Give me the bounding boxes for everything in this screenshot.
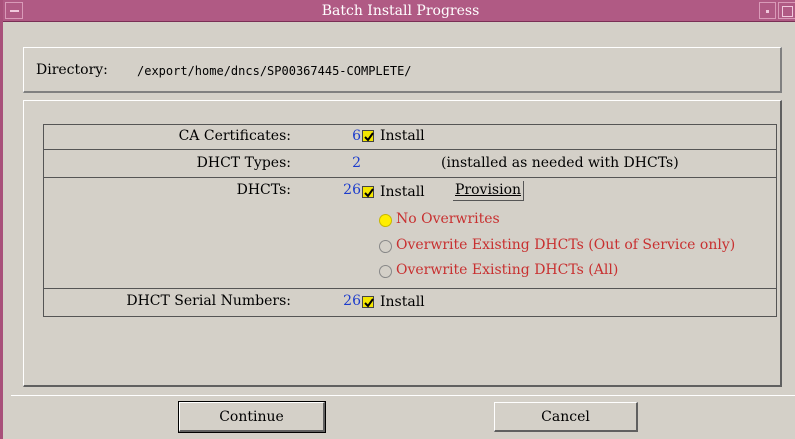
no-overwrites-radio[interactable] [379,214,392,227]
ca-install-checkbox[interactable] [362,130,374,142]
check-icon [364,132,374,142]
overwrite-out-of-service-radio[interactable] [379,240,392,253]
directory-panel: Directory: /export/home/dncs/SP00367445-… [23,47,782,93]
dhct-types-count: 2 [352,155,361,171]
dhct-types-note: (installed as needed with DHCTs) [441,155,679,171]
window-title: Batch Install Progress [321,3,480,19]
dhcts-count: 26 [343,182,361,198]
ca-install-label: Install [380,128,425,144]
serials-install-checkbox[interactable] [362,296,374,308]
serials-install-label: Install [380,294,425,310]
check-icon [364,188,374,198]
ca-certificates-count: 6 [352,128,361,144]
directory-label: Directory: [36,62,108,78]
serial-numbers-count: 26 [343,293,361,309]
table-row-ca-certificates: CA Certificates: 6 Install [44,125,776,150]
install-table: CA Certificates: 6 Install DHCT Types: 2… [43,124,777,317]
title-bar[interactable]: Batch Install Progress [3,0,795,22]
dialog-window: Batch Install Progress Directory: /expor… [0,0,795,439]
overwrite-out-of-service-label[interactable]: Overwrite Existing DHCTs (Out of Service… [396,237,735,253]
overwrite-all-radio[interactable] [379,265,392,278]
table-row-serial-numbers: DHCT Serial Numbers: 26 Install [44,289,776,316]
no-overwrites-label[interactable]: No Overwrites [396,211,500,227]
dhcts-install-label: Install [380,184,425,200]
maximize-icon [782,6,793,17]
provision-button[interactable]: Provision [453,181,525,201]
ca-certificates-label: CA Certificates: [178,128,291,144]
check-icon [364,298,374,308]
minimize-button[interactable] [759,2,776,19]
button-bar [11,395,795,439]
dhct-types-label: DHCT Types: [196,155,291,171]
continue-button[interactable]: Continue [178,401,326,433]
serial-numbers-label: DHCT Serial Numbers: [126,293,291,309]
maximize-button[interactable] [778,2,795,19]
table-row-dhct-types: DHCT Types: 2 (installed as needed with … [44,150,776,178]
overwrite-all-label[interactable]: Overwrite Existing DHCTs (All) [396,262,618,278]
dhcts-install-checkbox[interactable] [362,186,374,198]
table-row-dhcts: DHCTs: 26 Install Provision No Overwrite… [44,178,776,289]
minimize-icon [766,10,769,13]
directory-path: /export/home/dncs/SP00367445-COMPLETE/ [137,64,412,78]
dhcts-label: DHCTs: [236,182,291,198]
cancel-button[interactable]: Cancel [494,402,638,432]
